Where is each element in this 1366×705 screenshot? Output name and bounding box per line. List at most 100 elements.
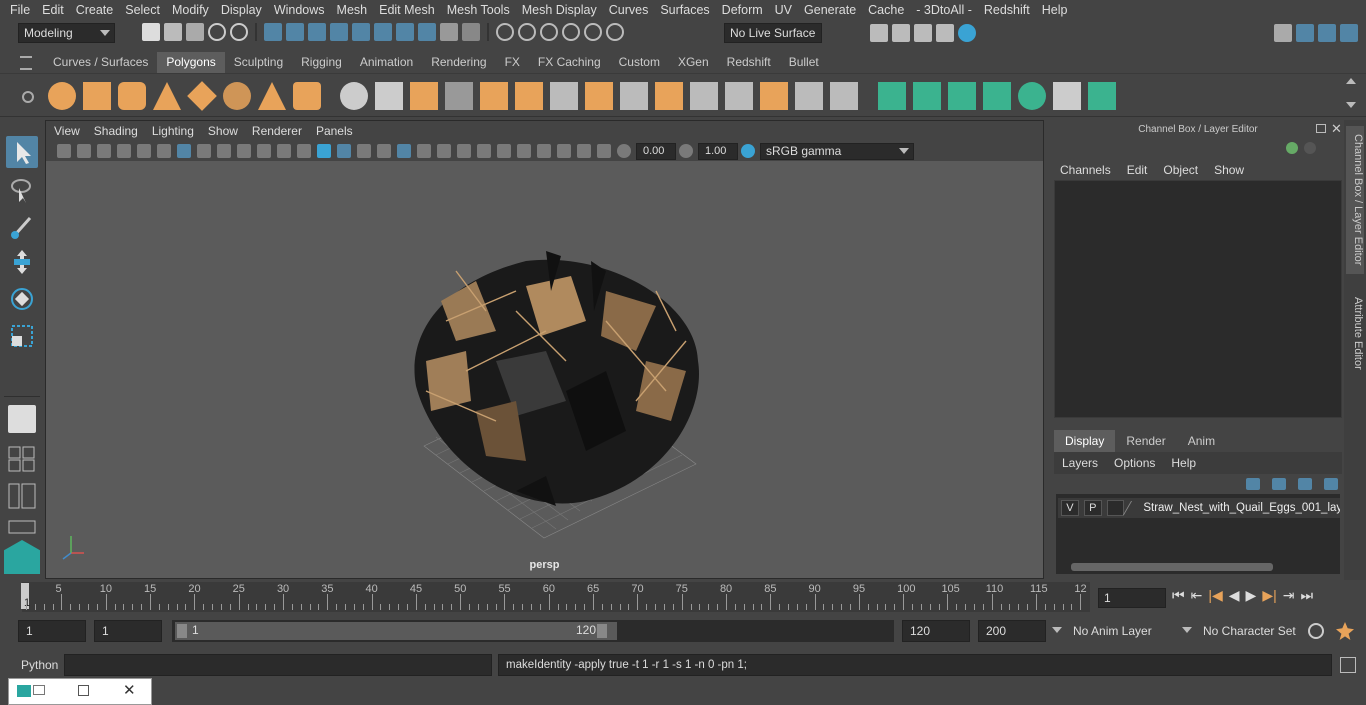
command-input[interactable]	[64, 654, 492, 676]
exposure-icon[interactable]	[617, 144, 631, 158]
animation-end-field[interactable]: 200	[978, 620, 1046, 642]
range-handle-left[interactable]	[177, 624, 187, 638]
open-scene-icon[interactable]	[164, 23, 182, 41]
range-handle-right[interactable]	[597, 624, 607, 638]
current-frame-field[interactable]: 1	[1098, 588, 1166, 608]
grid-toggle-icon[interactable]	[177, 144, 191, 158]
render-view-icon[interactable]	[958, 24, 976, 42]
move-tool-icon[interactable]	[6, 246, 38, 278]
select-tool-icon[interactable]	[6, 136, 38, 168]
xray-icon[interactable]	[557, 144, 571, 158]
poly-torus-icon[interactable]	[223, 82, 251, 110]
viewport-menu-show[interactable]: Show	[203, 124, 247, 138]
select-by-object-icon[interactable]	[286, 23, 304, 41]
menu-surfaces[interactable]: Surfaces	[654, 0, 715, 20]
color-management-icon[interactable]	[741, 144, 755, 158]
options-menu[interactable]: Options	[1106, 452, 1163, 474]
menu-display[interactable]: Display	[215, 0, 268, 20]
image-plane-icon[interactable]	[117, 144, 131, 158]
side-tab-attribute-editor[interactable]: Attribute Editor	[1346, 286, 1364, 380]
tab-render[interactable]: Render	[1115, 430, 1176, 452]
layer-display-type-toggle[interactable]	[1106, 500, 1125, 516]
go-to-end-icon[interactable]: ⏭	[1300, 587, 1313, 604]
snap-surface-icon[interactable]	[584, 23, 602, 41]
uv-mode-icon[interactable]	[396, 23, 414, 41]
menu-create[interactable]: Create	[70, 0, 120, 20]
viewport-menu-shading[interactable]: Shading	[89, 124, 147, 138]
menu-edit[interactable]: Edit	[36, 0, 70, 20]
film-gate-icon[interactable]	[197, 144, 211, 158]
step-back-key-icon[interactable]: ⇤	[1191, 587, 1203, 604]
close-panel-icon[interactable]: ✕	[1331, 121, 1342, 137]
spherical-uv-icon[interactable]	[948, 82, 976, 110]
menu-help[interactable]: Help	[1036, 0, 1074, 20]
automatic-uv-icon[interactable]	[983, 82, 1011, 110]
shelf-scroll-down-icon[interactable]	[1346, 102, 1356, 108]
soft-select-icon[interactable]	[8, 405, 36, 433]
menu-mesh-display[interactable]: Mesh Display	[516, 0, 603, 20]
poly-pyramid-icon[interactable]	[258, 82, 286, 110]
face-mode-icon[interactable]	[374, 23, 392, 41]
smooth-icon[interactable]	[445, 82, 473, 110]
layout-two-view-icon[interactable]	[8, 483, 36, 509]
step-forward-frame-icon[interactable]: ▶|	[1262, 587, 1276, 604]
remesh-icon[interactable]	[515, 82, 543, 110]
layer-name[interactable]: Straw_Nest_with_Quail_Eggs_001_lay	[1143, 502, 1340, 514]
step-forward-key-icon[interactable]: ⇥	[1283, 587, 1295, 604]
anim-layer-dropdown[interactable]: No Anim Layer	[1050, 621, 1170, 641]
poly-plane-icon[interactable]	[187, 81, 217, 111]
color-space-dropdown[interactable]: sRGB gamma	[760, 142, 914, 160]
gamma-field[interactable]: 1.00	[698, 142, 738, 160]
bookmark-icon[interactable]	[97, 144, 111, 158]
shelf-tab-fx-caching[interactable]: FX Caching	[529, 52, 610, 73]
layer-scroll-thumb[interactable]	[1071, 563, 1273, 571]
layer-visibility-toggle[interactable]: V	[1061, 500, 1079, 516]
select-by-component-icon[interactable]	[308, 23, 326, 41]
step-back-frame-icon[interactable]: |◀	[1208, 587, 1222, 604]
new-scene-icon[interactable]	[142, 23, 160, 41]
camera-bookmark-icon[interactable]	[77, 144, 91, 158]
viewport-menu-renderer[interactable]: Renderer	[247, 124, 311, 138]
menu-3dtoall[interactable]: - 3DtoAll -	[910, 0, 978, 20]
range-slider[interactable]: 1 120	[172, 620, 894, 642]
shelf-tab-rigging[interactable]: Rigging	[292, 52, 351, 73]
ipr-render-icon[interactable]	[914, 24, 932, 42]
snap-view-icon[interactable]	[562, 23, 580, 41]
manipulator-icon[interactable]	[1286, 142, 1298, 154]
reduce-icon[interactable]	[480, 82, 508, 110]
exposure-field[interactable]: 0.00	[636, 142, 676, 160]
layout-four-view-icon[interactable]	[8, 446, 36, 472]
menu-file[interactable]: File	[4, 0, 36, 20]
menu-generate[interactable]: Generate	[798, 0, 862, 20]
new-layer-selected-icon[interactable]	[1324, 478, 1338, 490]
separate-icon[interactable]	[375, 82, 403, 110]
play-backward-icon[interactable]: ◀	[1229, 587, 1240, 604]
play-forward-icon[interactable]: ▶	[1246, 587, 1257, 604]
screen-space-ao-icon[interactable]	[457, 144, 471, 158]
poly-cube-icon[interactable]	[83, 82, 111, 110]
shelf-tab-curves-surfaces[interactable]: Curves / Surfaces	[44, 52, 157, 73]
speed-icon[interactable]	[1304, 142, 1316, 154]
depth-of-field-icon[interactable]	[517, 144, 531, 158]
menu-curves[interactable]: Curves	[603, 0, 655, 20]
shelf-tab-redshift[interactable]: Redshift	[718, 52, 780, 73]
grease-pencil-icon[interactable]	[157, 144, 171, 158]
xray-components-icon[interactable]	[597, 144, 611, 158]
playback-end-field[interactable]: 120	[902, 620, 970, 642]
shelf-menu-icon[interactable]	[20, 56, 32, 70]
undo-icon[interactable]	[208, 23, 226, 41]
target-weld-icon[interactable]	[795, 82, 823, 110]
channel-box-area[interactable]	[1054, 180, 1342, 418]
poly-pipe-icon[interactable]	[293, 82, 321, 110]
motion-blur-icon[interactable]	[477, 144, 491, 158]
shelf-tab-sculpting[interactable]: Sculpting	[225, 52, 292, 73]
lasso-tool-icon[interactable]	[6, 174, 38, 206]
isolate-select-icon[interactable]	[537, 144, 551, 158]
save-scene-icon[interactable]	[186, 23, 204, 41]
edge-mode-icon[interactable]	[352, 23, 370, 41]
cb-show-menu[interactable]: Show	[1206, 160, 1252, 180]
channels-menu[interactable]: Channels	[1052, 160, 1119, 180]
maximize-window-icon[interactable]	[78, 685, 89, 696]
bridge-icon[interactable]	[620, 82, 648, 110]
multi-cut-icon[interactable]	[550, 82, 578, 110]
